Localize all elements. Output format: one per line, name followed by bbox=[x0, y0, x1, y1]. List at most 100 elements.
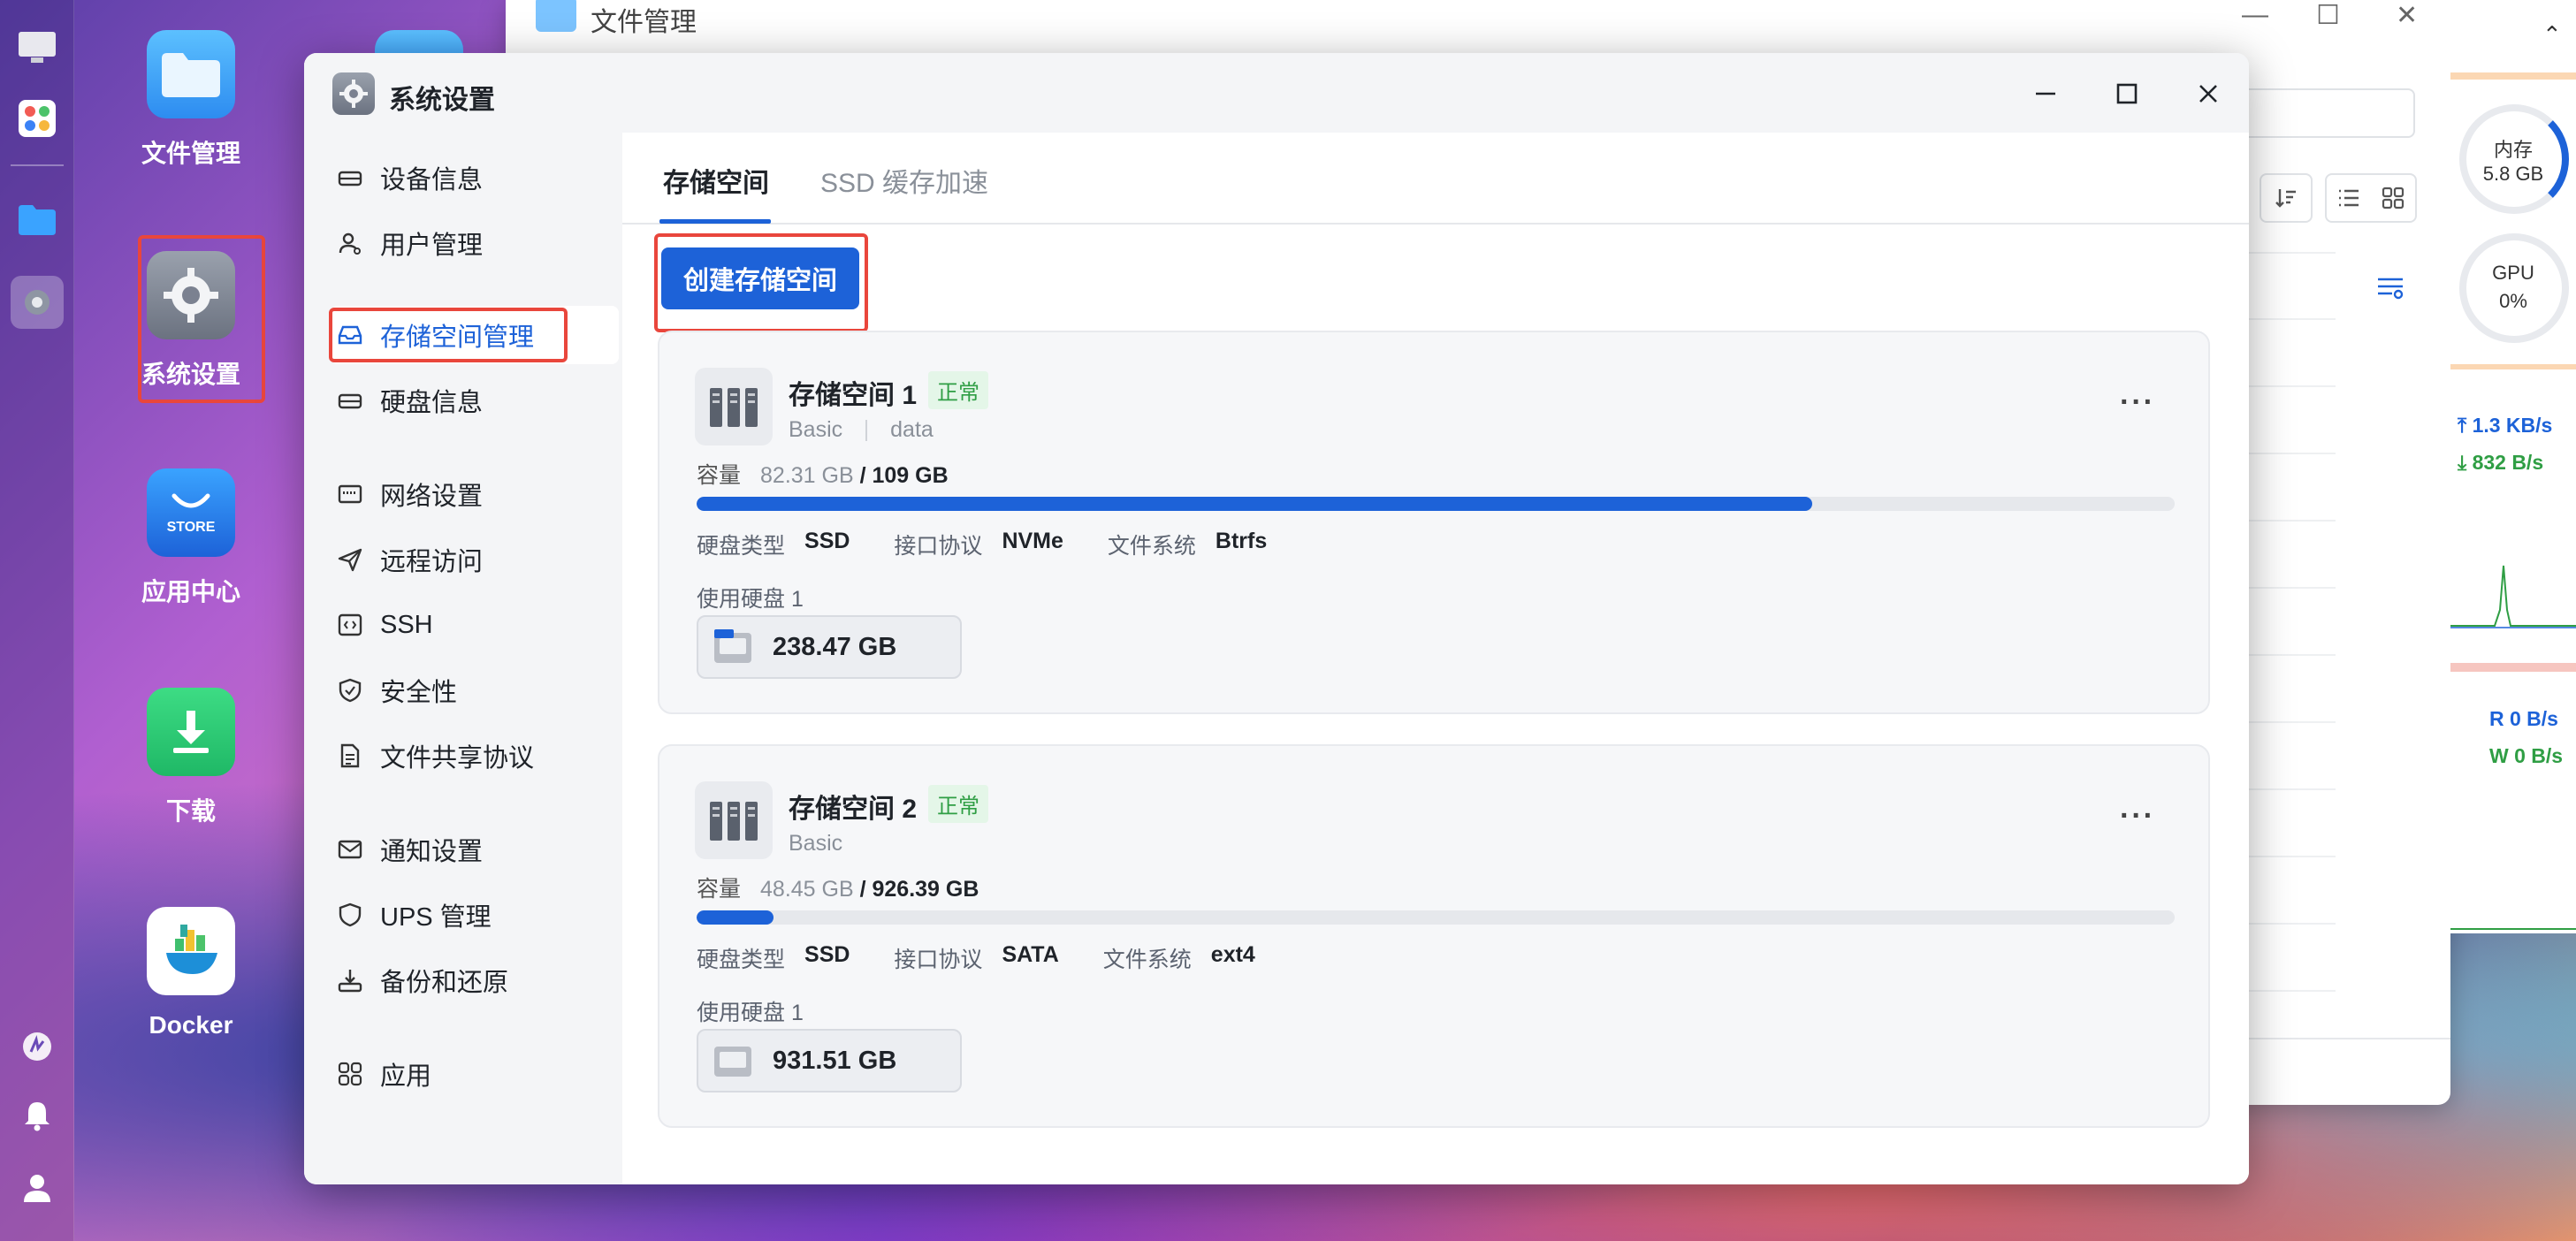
sidebar-item-user-management[interactable]: 用户管理 bbox=[331, 214, 619, 272]
sidebar-item-ups[interactable]: UPS 管理 bbox=[331, 886, 619, 944]
app-grid-icon[interactable] bbox=[11, 92, 64, 145]
system-settings-window: 系统设置 设备信息 用户管理 存储空间管理 硬盘信息 网络设置 远程访问 SSH… bbox=[304, 53, 2249, 1184]
folder-icon bbox=[536, 0, 576, 32]
disk-chip[interactable]: 931.51 GB bbox=[697, 1029, 962, 1093]
sidebar-item-remote-access[interactable]: 远程访问 bbox=[331, 530, 619, 589]
desktop-icon-label: 文件管理 bbox=[141, 140, 240, 167]
close-button[interactable]: ✕ bbox=[2396, 0, 2418, 31]
sidebar-item-security[interactable]: 安全性 bbox=[331, 661, 619, 719]
desktop-icon-file-manager[interactable]: 文件管理 bbox=[116, 30, 266, 170]
minimize-button[interactable]: — bbox=[2242, 0, 2268, 30]
sidebar-item-label: 通知设置 bbox=[380, 838, 484, 866]
settings-sidebar: 设备信息 用户管理 存储空间管理 硬盘信息 网络设置 远程访问 SSH 安全性 … bbox=[304, 133, 622, 1184]
tab-ssd-cache[interactable]: SSD 缓存加速 bbox=[820, 161, 988, 200]
list-view-icon[interactable] bbox=[2337, 188, 2360, 208]
sidebar-item-notifications[interactable]: 通知设置 bbox=[331, 820, 619, 879]
highlight-create-button bbox=[654, 233, 868, 332]
apps-icon bbox=[334, 1058, 366, 1090]
upload-rate-value: 1.3 KB/s bbox=[2472, 414, 2553, 437]
docker-whale-icon bbox=[147, 907, 235, 995]
maximize-button[interactable]: ☐ bbox=[2316, 0, 2340, 31]
folder-icon bbox=[147, 30, 235, 118]
monitor-icon[interactable] bbox=[11, 21, 64, 74]
gpu-gauge bbox=[2459, 233, 2569, 343]
disk-chip[interactable]: 238.47 GB bbox=[697, 615, 962, 679]
highlight-system-settings-icon bbox=[138, 235, 265, 403]
storage-pool-card: 存储空间 1 正常 Basic data ··· 容量 82.31 GB / 10… bbox=[658, 331, 2210, 714]
pool-name: 存储空间 1 bbox=[789, 381, 918, 410]
ups-icon bbox=[334, 899, 366, 931]
volume-name: data bbox=[890, 417, 934, 442]
tab-storage[interactable]: 存储空间 bbox=[663, 161, 769, 200]
sort-button[interactable] bbox=[2260, 173, 2313, 223]
tab-bar: 存储空间 SSD 缓存加速 bbox=[622, 133, 2249, 225]
capacity-label: 容量 bbox=[697, 463, 742, 488]
collapse-icon[interactable]: ⌃ bbox=[2542, 21, 2562, 49]
sidebar-item-backup[interactable]: 备份和还原 bbox=[331, 951, 619, 1009]
desktop-icon-docker[interactable]: Docker bbox=[116, 907, 266, 1039]
upload-rate: ⤒ 1.3 KB/s bbox=[2458, 414, 2552, 438]
desktop-icon-app-center[interactable]: STORE 应用中心 bbox=[116, 468, 266, 608]
ssh-icon bbox=[334, 609, 366, 641]
download-arrow-icon: ⤓ bbox=[2458, 451, 2473, 474]
status-badge: 正常 bbox=[928, 371, 988, 409]
sidebar-item-label: UPS 管理 bbox=[380, 903, 492, 932]
sidebar-item-device-info[interactable]: 设备信息 bbox=[331, 148, 619, 207]
capacity-used: 48.45 GB bbox=[760, 877, 854, 902]
memory-label: 内存 bbox=[2493, 139, 2533, 161]
interface-label: 接口协议 bbox=[894, 534, 983, 559]
sidebar-item-network[interactable]: 网络设置 bbox=[331, 465, 619, 523]
network-sparkline bbox=[2450, 565, 2576, 628]
sidebar-item-label: 硬盘信息 bbox=[380, 389, 484, 417]
minimize-button[interactable] bbox=[2026, 74, 2065, 113]
capacity-bar-fill bbox=[697, 910, 774, 925]
filter-icon[interactable] bbox=[2376, 276, 2405, 305]
raid-type: Basic bbox=[789, 831, 843, 856]
pool-meta: Basic bbox=[789, 831, 842, 857]
sidebar-item-disk-info[interactable]: 硬盘信息 bbox=[331, 371, 619, 430]
disks-used-label: 使用硬盘 1 bbox=[697, 1001, 804, 1025]
sidebar-item-apps[interactable]: 应用 bbox=[331, 1045, 619, 1103]
upload-arrow-icon: ⤒ bbox=[2458, 414, 2473, 437]
capacity-total: / 109 GB bbox=[859, 463, 949, 488]
spec-row: 硬盘类型 SSD 接口协议 NVMe 文件系统 Btrfs bbox=[697, 529, 1311, 560]
filesystem-label: 文件系统 bbox=[1102, 948, 1192, 972]
pool-meta: Basic data bbox=[789, 417, 934, 443]
interface-value: NVMe bbox=[1002, 529, 1063, 553]
more-options-icon[interactable]: ··· bbox=[2120, 385, 2155, 420]
desktop-icon-download[interactable]: 下载 bbox=[116, 688, 266, 827]
sidebar-item-label: 设备信息 bbox=[380, 166, 484, 194]
ssd-drive-icon bbox=[711, 627, 755, 667]
close-button[interactable] bbox=[2189, 74, 2228, 113]
status-badge: 正常 bbox=[928, 785, 988, 823]
disk-icon bbox=[334, 384, 366, 416]
view-toggle[interactable] bbox=[2325, 173, 2417, 223]
desktop-icon-label: 下载 bbox=[165, 797, 216, 825]
bell-icon[interactable] bbox=[11, 1089, 64, 1142]
user-account-icon[interactable] bbox=[11, 1161, 64, 1214]
sidebar-item-file-sharing[interactable]: 文件共享协议 bbox=[331, 727, 619, 785]
maximize-button[interactable] bbox=[2107, 74, 2146, 113]
grid-view-icon[interactable] bbox=[2382, 187, 2405, 209]
fnos-logo-icon[interactable] bbox=[11, 1020, 64, 1073]
capacity-row: 容量 48.45 GB / 926.39 GB bbox=[697, 872, 979, 903]
memory-value: 5.8 GB bbox=[2482, 163, 2544, 185]
disks-used-label: 使用硬盘 1 bbox=[697, 587, 804, 612]
user-icon bbox=[334, 227, 366, 259]
sidebar-item-ssh[interactable]: SSH bbox=[331, 596, 619, 654]
sidebar-item-label: 远程访问 bbox=[380, 548, 484, 576]
folder-icon[interactable] bbox=[11, 193, 64, 246]
spec-row: 硬盘类型 SSD 接口协议 SATA 文件系统 ext4 bbox=[697, 942, 1299, 974]
storage-server-icon bbox=[695, 368, 773, 445]
gpu-label: GPU bbox=[2492, 262, 2534, 284]
file-manager-title: 文件管理 bbox=[591, 8, 697, 37]
mail-icon bbox=[334, 834, 366, 865]
filesystem-label: 文件系统 bbox=[1107, 534, 1196, 559]
settings-gear-icon[interactable] bbox=[11, 276, 64, 329]
more-options-icon[interactable]: ··· bbox=[2120, 799, 2155, 834]
meta-divider bbox=[865, 419, 868, 441]
capacity-bar bbox=[697, 910, 2175, 925]
dock bbox=[0, 0, 74, 1241]
capacity-bar-fill bbox=[697, 497, 1813, 511]
settings-gear-icon bbox=[332, 72, 375, 115]
